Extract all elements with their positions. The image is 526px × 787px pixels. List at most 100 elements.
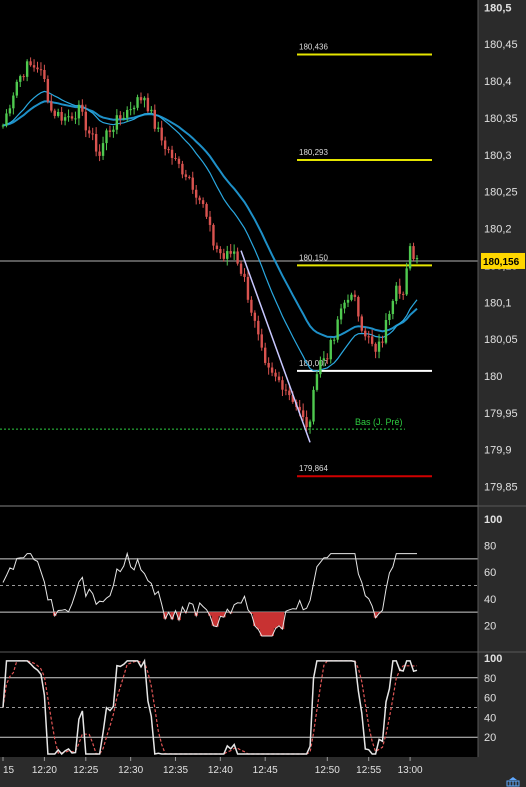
candle xyxy=(53,110,56,116)
candle xyxy=(260,334,263,348)
candle xyxy=(129,109,132,111)
candle xyxy=(270,367,274,373)
scroll-right-icon[interactable] xyxy=(506,777,520,787)
time-tick-label: 12:55 xyxy=(356,765,381,776)
candle xyxy=(39,69,43,71)
candle xyxy=(350,294,353,300)
candle xyxy=(167,149,170,151)
candle xyxy=(222,253,225,259)
candle xyxy=(343,302,346,309)
osc1-tick-label: 100 xyxy=(484,514,502,526)
candle xyxy=(19,76,22,82)
candle xyxy=(112,129,115,132)
candle xyxy=(264,347,267,363)
oscillator-2-panel[interactable]: 100 80 60 40 20 xyxy=(0,652,502,757)
oscillator-1-panel[interactable]: 100 80 60 40 20 xyxy=(0,507,502,652)
price-tick-label: 179,85 xyxy=(484,482,518,494)
candle xyxy=(367,336,370,338)
candle xyxy=(329,339,332,360)
candle xyxy=(250,299,253,313)
price-panel[interactable]: 180,5 180,45 180,4 180,35 180,3 180,25 180,2 18… xyxy=(0,0,525,505)
candle xyxy=(239,263,243,274)
candle xyxy=(1,125,5,127)
candle xyxy=(360,316,363,331)
candle xyxy=(139,97,143,101)
time-tick-label: 15 xyxy=(3,765,15,776)
candle xyxy=(284,389,288,391)
time-tick-label: 12:40 xyxy=(208,765,233,776)
candle xyxy=(322,358,326,361)
candle xyxy=(46,79,50,102)
time-tick-label: 12:35 xyxy=(163,765,188,776)
time-axis: 15 12:20 12:25 12:30 12:35 12:40 12:45 12:50 12:… xyxy=(2,757,423,776)
level-label: 179,864 xyxy=(299,464,328,473)
price-tick-label: 180,05 xyxy=(484,334,518,346)
candle xyxy=(229,251,232,254)
price-tick-label: 180,2 xyxy=(484,224,512,236)
candle xyxy=(157,127,160,129)
candle xyxy=(232,251,236,254)
price-tick-label: 180,45 xyxy=(484,39,518,51)
candle xyxy=(346,299,350,303)
current-price-label: 180,156 xyxy=(483,257,520,268)
osc1-tick-label: 40 xyxy=(484,594,496,606)
candle xyxy=(191,177,194,190)
candle xyxy=(184,174,188,177)
price-tick-label: 180 xyxy=(484,371,502,383)
candle xyxy=(188,176,191,178)
candle xyxy=(32,65,36,68)
time-tick-label: 12:45 xyxy=(253,765,278,776)
osc1-plot-area[interactable] xyxy=(0,507,478,652)
candle xyxy=(126,109,129,118)
osc2-tick-label: 80 xyxy=(484,673,496,685)
candle xyxy=(253,312,257,321)
candle xyxy=(153,109,156,129)
osc1-tick-label: 60 xyxy=(484,567,496,579)
level-label: 180,436 xyxy=(299,43,328,52)
candle xyxy=(315,374,319,390)
candle xyxy=(60,111,63,121)
osc2-tick-label: 100 xyxy=(484,653,502,665)
candle xyxy=(174,157,177,159)
trading-chart[interactable]: 180,5 180,45 180,4 180,35 180,3 180,25 180,2 18… xyxy=(0,0,526,787)
candle xyxy=(195,189,198,198)
price-plot-area[interactable] xyxy=(0,0,478,505)
osc1-tick-label: 80 xyxy=(484,541,496,553)
candle xyxy=(405,268,408,295)
candle xyxy=(408,246,412,269)
candle xyxy=(115,115,119,130)
time-tick-label: 12:50 xyxy=(315,765,340,776)
candle xyxy=(246,276,250,300)
candle xyxy=(236,251,239,264)
candle xyxy=(163,140,167,150)
candle xyxy=(63,117,67,121)
candle xyxy=(108,130,112,132)
candle xyxy=(353,294,357,298)
candle xyxy=(384,319,388,343)
candle xyxy=(277,376,281,381)
candle xyxy=(412,246,415,260)
price-tick-label: 179,95 xyxy=(484,408,518,420)
osc2-plot-area[interactable] xyxy=(0,652,478,757)
candle xyxy=(77,104,81,119)
candle xyxy=(98,151,101,156)
candle xyxy=(415,258,419,260)
candle xyxy=(170,149,174,158)
price-tick-label: 180,35 xyxy=(484,113,518,125)
candle xyxy=(336,319,339,340)
candle xyxy=(81,104,84,112)
candle xyxy=(267,362,270,368)
candle xyxy=(84,111,87,131)
candle xyxy=(205,204,208,217)
candle xyxy=(281,380,284,390)
osc2-tick-label: 20 xyxy=(484,732,496,744)
candle xyxy=(25,61,29,77)
candle xyxy=(122,117,125,119)
price-tick-label: 180,1 xyxy=(484,297,512,309)
candle xyxy=(201,200,205,205)
candle xyxy=(374,343,377,352)
candle xyxy=(370,336,374,344)
candle xyxy=(288,390,291,396)
candle xyxy=(8,108,12,114)
candle xyxy=(12,95,15,109)
